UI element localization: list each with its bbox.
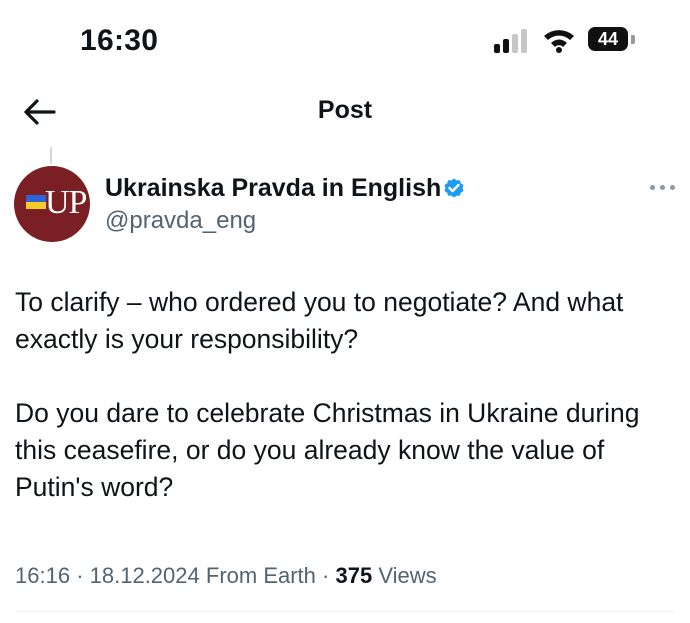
- signal-icon: [494, 27, 530, 53]
- author-handle[interactable]: @pravda_eng: [105, 207, 256, 235]
- author-display-name[interactable]: Ukrainska Pravda in English: [105, 174, 441, 203]
- avatar[interactable]: UP: [14, 166, 90, 242]
- nav-bar: Post: [0, 84, 690, 140]
- tweet-paragraph: To clarify – who ordered you to negotiat…: [15, 287, 624, 354]
- status-time: 16:30: [80, 24, 159, 57]
- views-label: Views: [378, 563, 437, 588]
- meta-separator: ·: [76, 563, 84, 588]
- page-title: Post: [317, 96, 373, 124]
- meta-separator: ·: [322, 563, 330, 588]
- tweet-date[interactable]: 18.12.2024: [90, 563, 200, 588]
- tweet-text: To clarify – who ordered you to negotiat…: [15, 284, 675, 506]
- tweet-meta: 16:16 · 18.12.2024 From Earth · 375 View…: [15, 563, 437, 589]
- author-header: UP Ukrainska Pravda in English @pravda_e…: [14, 166, 676, 246]
- tweet-source: From Earth: [205, 563, 316, 588]
- status-bar: 16:30 44: [0, 0, 690, 84]
- more-options-button[interactable]: [650, 180, 676, 194]
- tweet-time[interactable]: 16:16: [15, 563, 70, 588]
- thread-connector-line: [50, 147, 52, 164]
- divider: [15, 611, 675, 612]
- views-count[interactable]: 375: [335, 563, 372, 588]
- avatar-monogram: UP: [45, 184, 87, 221]
- back-button[interactable]: [20, 94, 60, 130]
- verified-badge-icon: [444, 178, 464, 198]
- battery-cap: [631, 35, 635, 44]
- battery-icon: 44: [588, 27, 628, 51]
- arrow-left-icon: [24, 99, 56, 125]
- tweet-paragraph: Do you dare to celebrate Christmas in Uk…: [15, 398, 640, 502]
- ukraine-flag-icon: [26, 195, 46, 209]
- wifi-icon: [544, 30, 574, 53]
